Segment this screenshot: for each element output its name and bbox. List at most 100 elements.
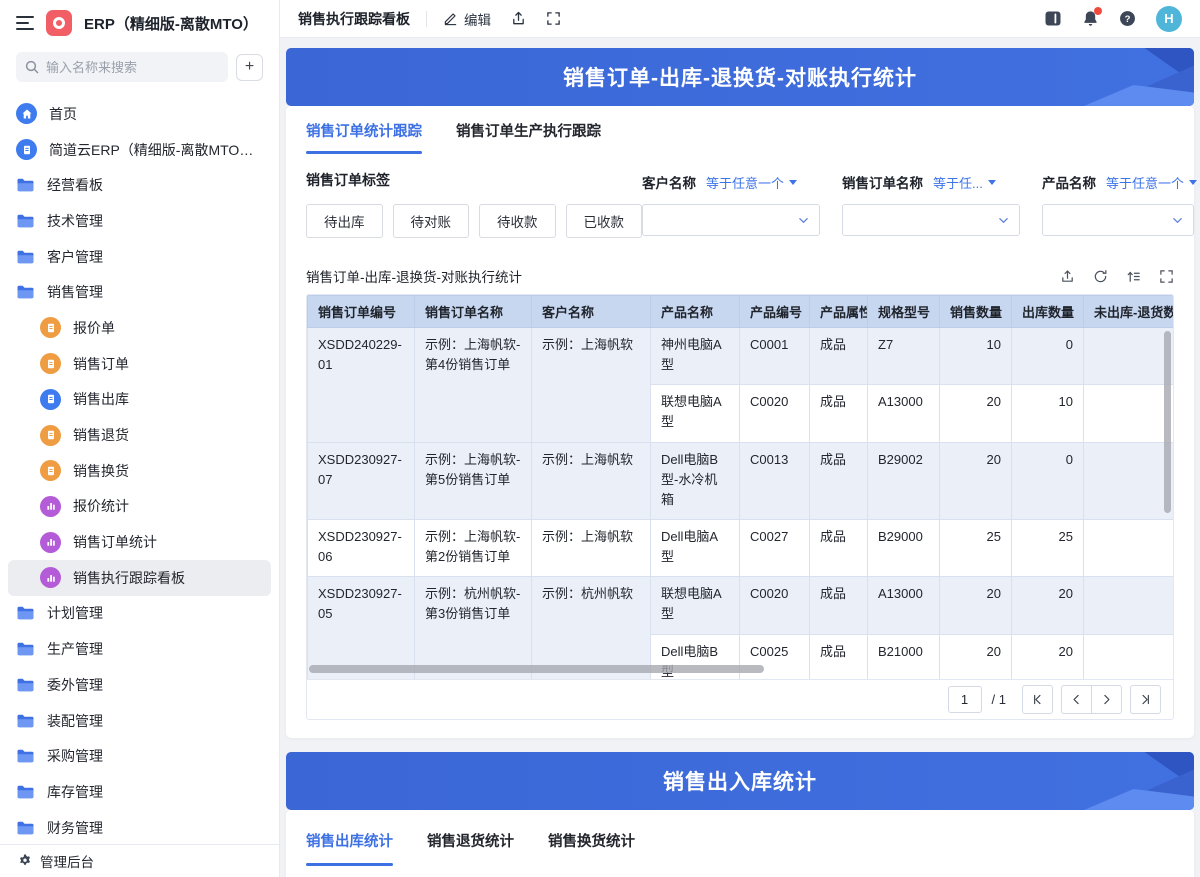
order-tag-button-0[interactable]: 待出库 (306, 204, 383, 238)
fullscreen-icon[interactable] (1159, 269, 1174, 284)
table-cell: 示例：上海帆软-第4份销售订单 (415, 328, 532, 443)
refresh-icon[interactable] (1093, 269, 1108, 284)
dashboard-content: 销售订单-出库-退换货-对账执行统计 销售订单统计跟踪销售订单生产执行跟踪 销售… (280, 38, 1200, 877)
table-cell: Z7 (868, 328, 940, 385)
sidebar-item-14[interactable]: 计划管理 (8, 596, 271, 632)
hamburger-menu-icon[interactable] (16, 16, 34, 30)
sidebar-item-label: 装配管理 (47, 711, 103, 731)
sidebar-item-12[interactable]: 销售订单统计 (8, 524, 271, 560)
sidebar-item-3[interactable]: 技术管理 (8, 203, 271, 239)
sidebar-item-13[interactable]: 销售执行跟踪看板 (8, 560, 271, 596)
folder-icon (16, 820, 35, 836)
vertical-scrollbar[interactable] (1164, 331, 1171, 513)
sidebar-item-18[interactable]: 采购管理 (8, 738, 271, 774)
order-tag-button-2[interactable]: 待收款 (479, 204, 556, 238)
banner-decoration (1044, 48, 1194, 106)
filter-operator-link[interactable]: 等于任意一个 (706, 173, 797, 192)
sidebar-item-17[interactable]: 装配管理 (8, 703, 271, 739)
filter-operator-link[interactable]: 等于任意一个 (1106, 173, 1197, 192)
sidebar-item-label: 报价单 (73, 318, 115, 338)
filter-select[interactable] (1042, 204, 1194, 236)
filter-group-0: 客户名称等于任意一个 (642, 164, 820, 236)
sidebar-item-20[interactable]: 财务管理 (8, 810, 271, 844)
table-cell: 20 (940, 385, 1012, 442)
first-page-button[interactable] (1022, 685, 1053, 714)
share-icon[interactable] (511, 11, 526, 26)
sidebar: ERP（精细版-离散MTO） + 首页简道云ERP（精细版-离散MTO）「...… (0, 0, 280, 877)
sidebar-item-2[interactable]: 经营看板 (8, 167, 271, 203)
filter-select[interactable] (842, 204, 1020, 236)
panel-toggle-icon[interactable] (1044, 10, 1062, 27)
app-root: ERP（精细版-离散MTO） + 首页简道云ERP（精细版-离散MTO）「...… (0, 0, 1200, 877)
order-tracking-tab-0[interactable]: 销售订单统计跟踪 (306, 106, 422, 154)
sidebar-item-19[interactable]: 库存管理 (8, 774, 271, 810)
section1-tabs: 销售订单统计跟踪销售订单生产执行跟踪 (286, 106, 1194, 154)
sidebar-item-5[interactable]: 销售管理 (8, 274, 271, 310)
prev-page-button[interactable] (1061, 685, 1092, 714)
next-page-button[interactable] (1091, 685, 1122, 714)
table-cell: 成品 (810, 385, 868, 442)
fullscreen-icon[interactable] (546, 11, 561, 26)
last-page-button[interactable] (1130, 685, 1161, 714)
row-config-icon[interactable] (1126, 269, 1141, 284)
order-tracking-tab-1[interactable]: 销售订单生产执行跟踪 (456, 106, 601, 154)
table-cell: 示例：上海帆软 (532, 328, 651, 443)
sidebar-item-15[interactable]: 生产管理 (8, 631, 271, 667)
sidebar-item-label: 销售管理 (47, 282, 103, 302)
page-number-input[interactable] (948, 686, 982, 713)
sidebar-item-1[interactable]: 简道云ERP（精细版-离散MTO）「... (8, 132, 271, 168)
folder-open-icon (16, 284, 35, 300)
folder-icon (16, 605, 35, 621)
horizontal-scrollbar[interactable] (309, 665, 764, 673)
sidebar-item-label: 经营看板 (47, 175, 103, 195)
pagination: / 1 (307, 679, 1173, 719)
sidebar-item-7[interactable]: 销售订单 (8, 346, 271, 382)
sidebar-item-8[interactable]: 销售出库 (8, 382, 271, 418)
folder-icon (16, 784, 35, 800)
user-avatar[interactable]: H (1156, 6, 1182, 32)
table-cell: 联想电脑A型 (651, 577, 740, 634)
filter-select[interactable] (642, 204, 820, 236)
table-cell: 成品 (810, 519, 868, 576)
table-cell: 20 (1012, 634, 1084, 679)
sidebar-item-9[interactable]: 销售退货 (8, 417, 271, 453)
table-title: 销售订单-出库-退换货-对账执行统计 (306, 266, 522, 286)
sidebar-item-10[interactable]: 销售换货 (8, 453, 271, 489)
order-tag-filter-label: 销售订单标签 (306, 170, 642, 190)
table-cell: 20 (1084, 442, 1174, 519)
inout-stats-tab-2[interactable]: 销售换货统计 (548, 814, 635, 866)
order-tag-button-1[interactable]: 待对账 (393, 204, 470, 238)
table-cell: 神州电脑A型 (651, 328, 740, 385)
notification-bell-icon[interactable] (1082, 10, 1099, 27)
table-cell: 20 (940, 442, 1012, 519)
admin-backend-item[interactable]: 管理后台 (0, 844, 279, 877)
sidebar-item-0[interactable]: 首页 (8, 96, 271, 132)
gear-icon (18, 854, 32, 868)
filter-label: 产品名称 (1042, 172, 1096, 192)
table-cell: A13000 (868, 577, 940, 634)
inout-stats-tab-0[interactable]: 销售出库统计 (306, 814, 393, 866)
section2-banner: 销售出入库统计 (286, 752, 1194, 810)
sidebar-item-11[interactable]: 报价统计 (8, 489, 271, 525)
table-cell: 0 (1012, 328, 1084, 385)
sidebar-item-4[interactable]: 客户管理 (8, 239, 271, 275)
folder-icon (16, 677, 35, 693)
sidebar-item-16[interactable]: 委外管理 (8, 667, 271, 703)
edit-button[interactable]: 编辑 (443, 9, 491, 29)
column-header: 未出库-退货数量 (1084, 296, 1174, 328)
export-icon[interactable] (1060, 269, 1075, 284)
table-cell: C0027 (740, 519, 810, 576)
order-tag-button-3[interactable]: 已收款 (566, 204, 643, 238)
add-app-button[interactable]: + (236, 54, 263, 81)
table-cell: C0020 (740, 385, 810, 442)
table-cell: XSDD230927-07 (308, 442, 415, 519)
help-icon[interactable]: ? (1119, 10, 1136, 27)
sidebar-header: ERP（精细版-离散MTO） (0, 0, 279, 46)
inout-stats-tab-1[interactable]: 销售退货统计 (427, 814, 514, 866)
search-input[interactable] (16, 52, 228, 82)
table-cell: 示例：上海帆软-第5份销售订单 (415, 442, 532, 519)
doc-icon (40, 460, 61, 481)
table-cell: XSDD230927-05 (308, 577, 415, 679)
filter-operator-link[interactable]: 等于任... (933, 173, 996, 192)
sidebar-item-6[interactable]: 报价单 (8, 310, 271, 346)
